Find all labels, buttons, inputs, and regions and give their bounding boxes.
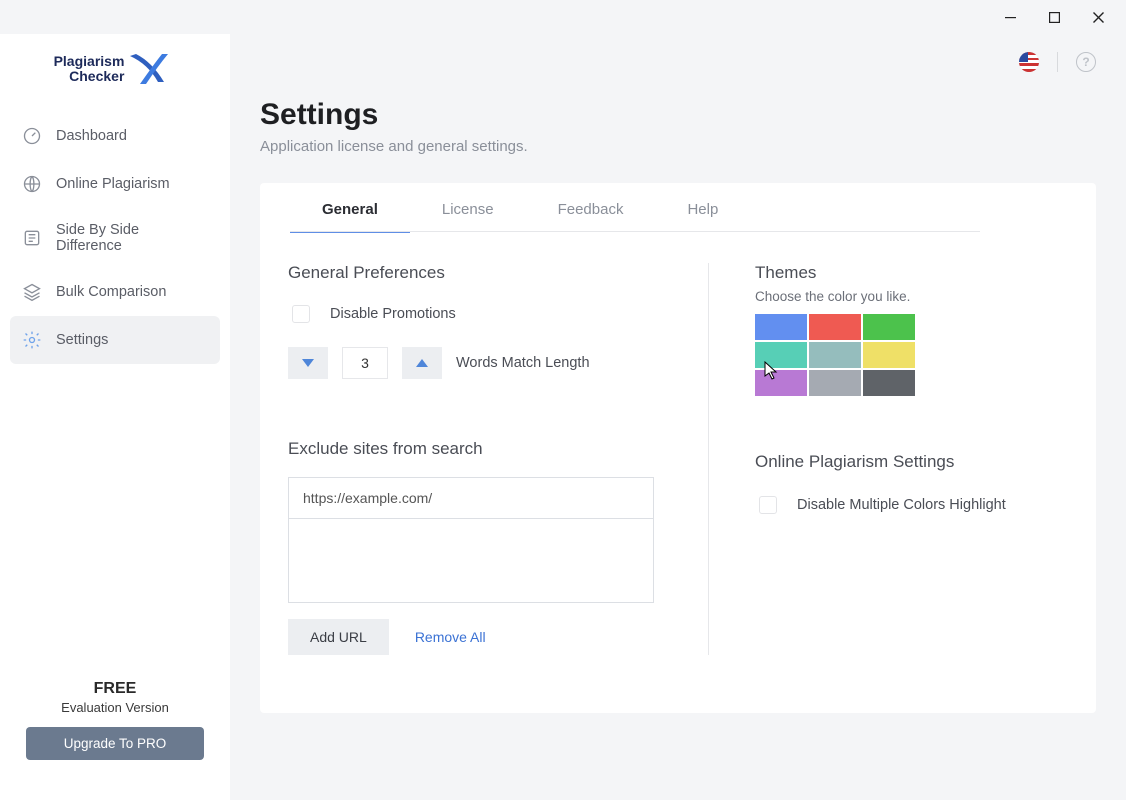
exclude-url-input[interactable]: [288, 477, 654, 519]
col-right: Themes Choose the color you like.: [708, 263, 1054, 655]
disable-promotions-label: Disable Promotions: [330, 306, 456, 322]
gauge-icon: [22, 126, 42, 146]
theme-swatch-gray[interactable]: [809, 370, 861, 396]
plan-subtitle: Evaluation Version: [26, 700, 204, 715]
sidebar-item-label: Settings: [56, 332, 108, 348]
theme-swatch-red[interactable]: [809, 314, 861, 340]
tabs: General License Feedback Help: [260, 183, 1096, 233]
theme-swatch-green[interactable]: [863, 314, 915, 340]
sidebar-item-label: Dashboard: [56, 128, 127, 144]
compare-icon: [22, 228, 42, 248]
theme-swatch-purple[interactable]: [755, 370, 807, 396]
tab-general[interactable]: General: [290, 183, 410, 232]
gear-icon: [22, 330, 42, 350]
maximize-button[interactable]: [1032, 3, 1076, 31]
main-content: ? Settings Application license and gener…: [230, 34, 1126, 800]
disable-promotions-checkbox[interactable]: [292, 305, 310, 323]
theme-swatch-teal[interactable]: [755, 342, 807, 368]
app-logo: Plagiarism Checker: [0, 38, 230, 112]
theme-swatch-yellow[interactable]: [863, 342, 915, 368]
sidebar-item-label: Bulk Comparison: [56, 284, 166, 300]
sidebar-footer: FREE Evaluation Version Upgrade To PRO: [0, 680, 230, 800]
url-actions: Add URL Remove All: [288, 619, 688, 655]
theme-swatch-dark[interactable]: [863, 370, 915, 396]
page-header: Settings Application license and general…: [260, 34, 1096, 155]
page-title: Settings: [260, 98, 1096, 132]
disable-promotions-row: Disable Promotions: [288, 305, 688, 323]
upgrade-button[interactable]: Upgrade To PRO: [26, 727, 204, 760]
language-flag-us[interactable]: [1019, 52, 1039, 72]
general-preferences-title: General Preferences: [288, 263, 688, 283]
sidebar-item-settings[interactable]: Settings: [10, 316, 220, 364]
theme-swatch-bluegray[interactable]: [809, 342, 861, 368]
sidebar-item-dashboard[interactable]: Dashboard: [10, 112, 220, 160]
tab-help[interactable]: Help: [655, 183, 750, 232]
top-icons: ?: [1019, 52, 1096, 72]
themes-subtitle: Choose the color you like.: [755, 289, 1054, 304]
logo-swoosh-icon: [128, 52, 176, 86]
words-match-label: Words Match Length: [456, 355, 590, 371]
tab-license[interactable]: License: [410, 183, 526, 232]
sidebar-nav: Dashboard Online Plagiarism Side By Side…: [0, 112, 230, 680]
page-subtitle: Application license and general settings…: [260, 138, 1096, 155]
sidebar-item-label: Side By Side Difference: [56, 222, 208, 254]
sidebar: Plagiarism Checker Dashboard Online Plag…: [0, 34, 230, 800]
theme-swatches: [755, 314, 1054, 396]
plan-title: FREE: [26, 680, 204, 698]
add-url-button[interactable]: Add URL: [288, 619, 389, 655]
close-button[interactable]: [1076, 3, 1120, 31]
disable-colors-label: Disable Multiple Colors Highlight: [797, 497, 1006, 513]
sidebar-item-bulk-comparison[interactable]: Bulk Comparison: [10, 268, 220, 316]
logo-line1: Plagiarism: [54, 54, 125, 69]
col-left: General Preferences Disable Promotions 3: [288, 263, 708, 655]
minimize-button[interactable]: [988, 3, 1032, 31]
layers-icon: [22, 282, 42, 302]
globe-icon: [22, 174, 42, 194]
help-icon[interactable]: ?: [1076, 52, 1096, 72]
words-match-value[interactable]: 3: [342, 347, 388, 379]
disable-colors-row: Disable Multiple Colors Highlight: [755, 496, 1054, 514]
words-match-stepper: 3 Words Match Length: [288, 347, 688, 379]
sidebar-item-label: Online Plagiarism: [56, 176, 170, 192]
disable-colors-checkbox[interactable]: [759, 496, 777, 514]
remove-all-link[interactable]: Remove All: [415, 629, 486, 645]
sidebar-item-online-plagiarism[interactable]: Online Plagiarism: [10, 160, 220, 208]
tab-feedback[interactable]: Feedback: [526, 183, 656, 232]
divider: [1057, 52, 1058, 72]
exclude-sites-title: Exclude sites from search: [288, 439, 688, 459]
stepper-decrease-button[interactable]: [288, 347, 328, 379]
settings-card: General License Feedback Help General Pr…: [260, 183, 1096, 713]
sidebar-item-side-by-side[interactable]: Side By Side Difference: [10, 208, 220, 268]
themes-title: Themes: [755, 263, 1054, 283]
online-plagiarism-title: Online Plagiarism Settings: [755, 452, 1054, 472]
exclude-url-list[interactable]: [288, 519, 654, 603]
theme-swatch-blue[interactable]: [755, 314, 807, 340]
general-panel: General Preferences Disable Promotions 3: [260, 233, 1096, 655]
stepper-increase-button[interactable]: [402, 347, 442, 379]
logo-line2: Checker: [54, 69, 125, 84]
window-titlebar: [0, 0, 1126, 34]
